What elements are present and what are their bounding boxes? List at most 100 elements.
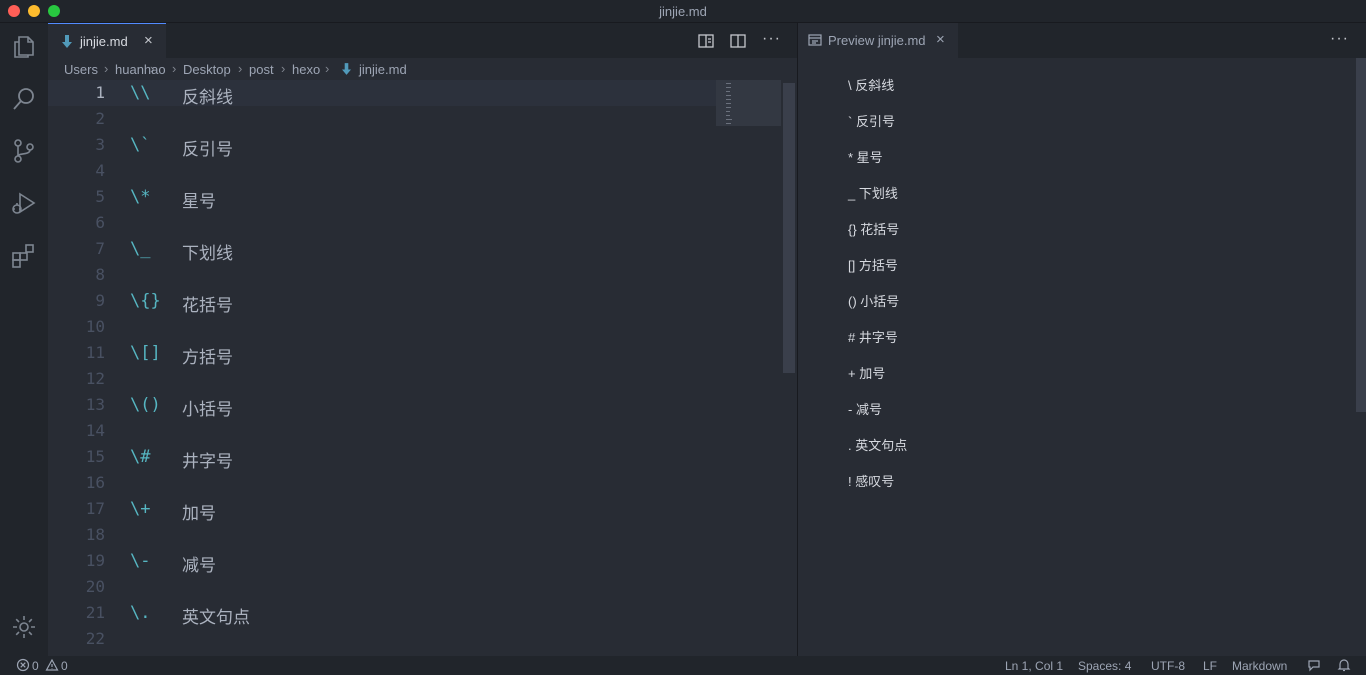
error-icon[interactable] — [16, 658, 30, 672]
line-text: 减号 — [182, 556, 216, 575]
preview-paragraph: \ 反斜线 — [848, 78, 895, 93]
warning-icon[interactable] — [45, 658, 59, 672]
more-actions-icon[interactable]: ··· — [1330, 30, 1349, 48]
preview-paragraph: . 英文句点 — [848, 438, 908, 453]
tab-close-icon[interactable]: × — [144, 32, 153, 49]
escape-sequence: \. — [130, 603, 151, 623]
line-number: 22 — [85, 629, 105, 648]
status-bar: 0 0 Ln 1, Col 1 Spaces: 4 UTF-8 LF Markd… — [0, 656, 1366, 675]
code-line[interactable]: 19 \- 减号 — [48, 548, 781, 575]
tab-jinjie-md[interactable]: jinjie.md × — [48, 23, 166, 58]
code-line[interactable]: 18 — [48, 522, 781, 548]
editor-scrollbar[interactable] — [781, 80, 797, 656]
title-bar: jinjie.md — [0, 0, 1366, 23]
line-number: 8 — [95, 265, 105, 284]
code-line[interactable]: 5 \* 星号 — [48, 184, 781, 211]
line-number: 19 — [85, 551, 105, 570]
line-text: 加号 — [182, 504, 216, 523]
breadcrumb-item[interactable]: jinjie.md — [359, 62, 407, 77]
line-number: 5 — [95, 187, 105, 206]
line-number: 2 — [95, 109, 105, 128]
escape-sequence: \\ — [130, 83, 151, 103]
code-line[interactable]: 13 \() 小括号 — [48, 392, 781, 419]
code-line[interactable]: 7 \_ 下划线 — [48, 236, 781, 263]
line-number: 15 — [85, 447, 105, 466]
activity-bar — [0, 23, 48, 656]
line-number: 14 — [85, 421, 105, 440]
preview-scrollbar[interactable] — [1356, 58, 1366, 412]
end-of-line[interactable]: LF — [1203, 659, 1217, 673]
code-line[interactable]: 1 \\ 反斜线 — [48, 80, 781, 107]
line-text: 反引号 — [182, 140, 233, 159]
preview-paragraph: {} 花括号 — [848, 222, 900, 237]
search-icon[interactable] — [10, 85, 38, 113]
code-line[interactable]: 6 — [48, 210, 781, 236]
minimap[interactable] — [716, 80, 781, 126]
markdown-file-icon — [62, 35, 72, 48]
line-number: 20 — [85, 577, 105, 596]
line-number: 17 — [85, 499, 105, 518]
more-actions-icon[interactable]: ··· — [762, 30, 781, 48]
code-line[interactable]: 21 \. 英文句点 — [48, 600, 781, 627]
indentation[interactable]: Spaces: 4 — [1078, 659, 1131, 673]
code-line[interactable]: 22 — [48, 626, 781, 652]
run-debug-icon[interactable] — [10, 189, 38, 217]
language-mode[interactable]: Markdown — [1232, 659, 1287, 673]
escape-sequence: \` — [130, 135, 151, 155]
escape-sequence: \() — [130, 395, 161, 415]
warning-count[interactable]: 0 — [61, 659, 68, 673]
preview-paragraph: () 小括号 — [848, 294, 900, 309]
code-editor[interactable]: 1 \\ 反斜线 2 3 \` 反引号 4 5 \* 星号 6 7 \_ 下划线 8 9 \{} 花括号 10 11 \[… — [48, 80, 781, 656]
split-editor-icon[interactable] — [729, 32, 747, 50]
code-line[interactable]: 3 \` 反引号 — [48, 132, 781, 159]
cursor-position[interactable]: Ln 1, Col 1 — [1005, 659, 1063, 673]
extensions-icon[interactable] — [10, 241, 38, 269]
code-line[interactable]: 17 \+ 加号 — [48, 496, 781, 523]
source-control-icon[interactable] — [10, 137, 38, 165]
settings-gear-icon[interactable] — [10, 613, 38, 641]
breadcrumb-item[interactable]: hexo — [292, 62, 320, 77]
breadcrumb-item[interactable]: Users — [64, 62, 98, 77]
code-line[interactable]: 11 \[] 方括号 — [48, 340, 781, 367]
line-text: 方括号 — [182, 348, 233, 367]
escape-sequence: \_ — [130, 239, 151, 259]
escape-sequence: \* — [130, 187, 151, 207]
chevron-right-icon: › — [238, 61, 243, 76]
editor-scrollbar-thumb[interactable] — [783, 83, 795, 373]
code-line[interactable]: 2 — [48, 106, 781, 132]
breadcrumb: Users › huanhao › Desktop › post › hexo … — [48, 58, 797, 80]
code-line[interactable]: 10 — [48, 314, 781, 340]
error-count[interactable]: 0 — [32, 659, 39, 673]
escape-sequence: \[] — [130, 343, 161, 363]
notifications-bell-icon[interactable] — [1337, 658, 1351, 672]
chevron-right-icon: › — [325, 61, 330, 76]
code-line[interactable]: 15 \# 井字号 — [48, 444, 781, 471]
code-line[interactable]: 4 — [48, 158, 781, 184]
code-line[interactable]: 20 — [48, 574, 781, 600]
line-text: 反斜线 — [182, 88, 233, 107]
breadcrumb-item[interactable]: Desktop — [183, 62, 231, 77]
code-line[interactable]: 8 — [48, 262, 781, 288]
tab-preview-jinjie-md[interactable]: Preview jinjie.md × — [798, 23, 958, 58]
preview-paragraph: * 星号 — [848, 150, 883, 165]
line-text: 英文句点 — [182, 608, 250, 627]
line-text: 下划线 — [182, 244, 233, 263]
line-number: 7 — [95, 239, 105, 258]
line-number: 16 — [85, 473, 105, 492]
preview-paragraph: _ 下划线 — [848, 186, 898, 201]
code-line[interactable]: 12 — [48, 366, 781, 392]
open-preview-to-side-icon[interactable] — [697, 32, 715, 50]
line-number: 9 — [95, 291, 105, 310]
breadcrumb-item[interactable]: post — [249, 62, 274, 77]
code-line[interactable]: 14 — [48, 418, 781, 444]
breadcrumb-item[interactable]: huanhao — [115, 62, 166, 77]
chevron-right-icon: › — [281, 61, 286, 76]
feedback-icon[interactable] — [1307, 658, 1321, 672]
tab-close-icon[interactable]: × — [936, 31, 945, 48]
code-line[interactable]: 16 — [48, 470, 781, 496]
window-title: jinjie.md — [659, 4, 707, 19]
encoding[interactable]: UTF-8 — [1151, 659, 1185, 673]
tab-label: Preview jinjie.md — [828, 33, 926, 48]
code-line[interactable]: 9 \{} 花括号 — [48, 288, 781, 315]
explorer-icon[interactable] — [10, 33, 38, 61]
